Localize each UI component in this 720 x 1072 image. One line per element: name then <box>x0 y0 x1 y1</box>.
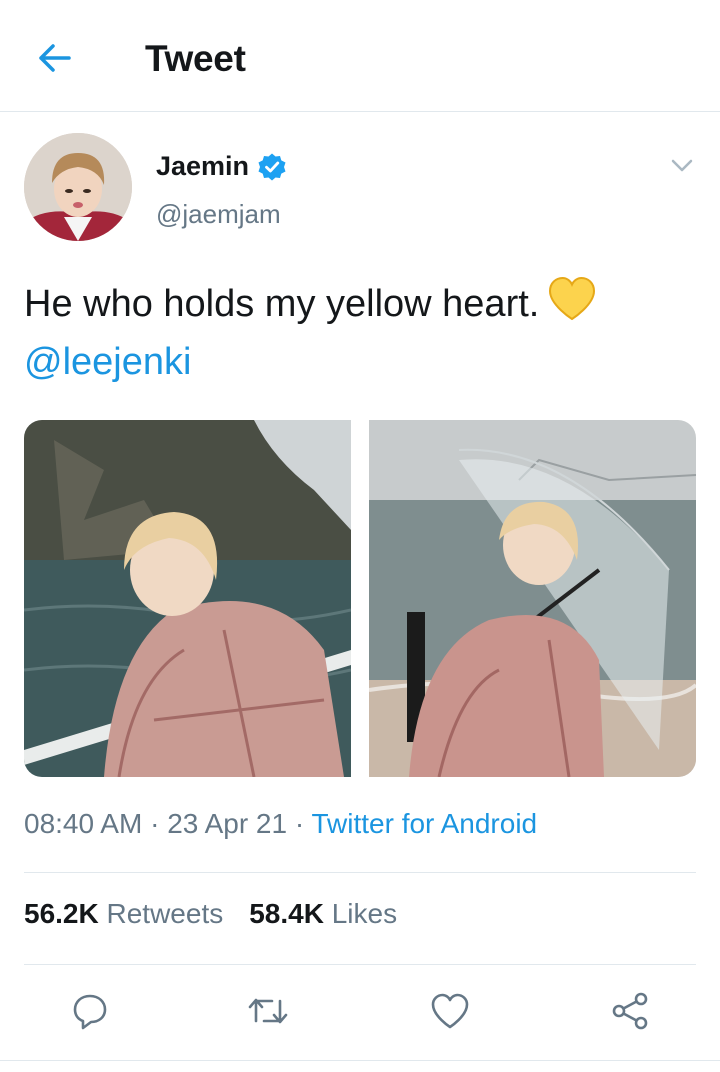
tweet-author: Jaemin @jaemjam <box>24 133 696 243</box>
chevron-down-icon[interactable] <box>668 151 696 179</box>
likes-label: Likes <box>331 898 398 929</box>
tweet-time: 08:40 AM <box>24 808 143 839</box>
photo-beach-umbrella <box>369 420 696 777</box>
avatar[interactable] <box>24 133 132 241</box>
reply-button[interactable] <box>64 985 116 1037</box>
retweet-icon <box>248 998 288 1024</box>
mention-link[interactable]: @leejenki <box>24 341 191 383</box>
divider <box>0 1060 720 1061</box>
author-handle[interactable]: @jaemjam <box>156 199 281 230</box>
meta-separator-2: · <box>287 808 312 839</box>
top-bar: Tweet <box>0 0 720 112</box>
yellow-heart-icon <box>547 276 597 336</box>
tweet-stats: 56.2K Retweets 58.4K Likes <box>24 898 397 930</box>
share-icon <box>612 992 648 1030</box>
arrow-left-icon <box>39 44 71 72</box>
reply-icon <box>73 994 107 1030</box>
action-bar <box>0 985 720 1041</box>
like-icon <box>431 993 469 1029</box>
likes-count: 58.4K <box>249 898 324 929</box>
tweet-body: He who holds my yellow heart. <box>24 283 540 326</box>
photo-sea-cliff <box>24 420 351 777</box>
display-name[interactable]: Jaemin <box>156 151 287 182</box>
like-button[interactable] <box>424 985 476 1037</box>
verified-badge-icon <box>258 153 286 180</box>
author-name: Jaemin <box>156 151 250 181</box>
retweets-stat[interactable]: 56.2K Retweets <box>24 898 223 930</box>
likes-stat[interactable]: 58.4K Likes <box>249 898 397 930</box>
photo-2[interactable] <box>369 420 696 777</box>
retweet-button[interactable] <box>242 985 294 1037</box>
photo-1[interactable] <box>24 420 351 777</box>
divider <box>24 872 696 873</box>
retweets-label: Retweets <box>106 898 224 929</box>
meta-separator: · <box>142 808 168 839</box>
back-button[interactable] <box>30 36 78 80</box>
share-button[interactable] <box>604 985 656 1037</box>
tweet-date: 23 Apr 21 <box>167 808 288 839</box>
tweet-media <box>24 420 696 777</box>
tweet-source-link[interactable]: Twitter for Android <box>311 808 537 839</box>
divider <box>24 964 696 965</box>
retweets-count: 56.2K <box>24 898 99 929</box>
avatar-image <box>24 133 132 241</box>
page-title: Tweet <box>145 38 246 79</box>
tweet-text: He who holds my yellow heart. @leejenki <box>24 276 696 388</box>
tweet-meta: 08:40 AM · 23 Apr 21 · Twitter for Andro… <box>24 808 537 840</box>
